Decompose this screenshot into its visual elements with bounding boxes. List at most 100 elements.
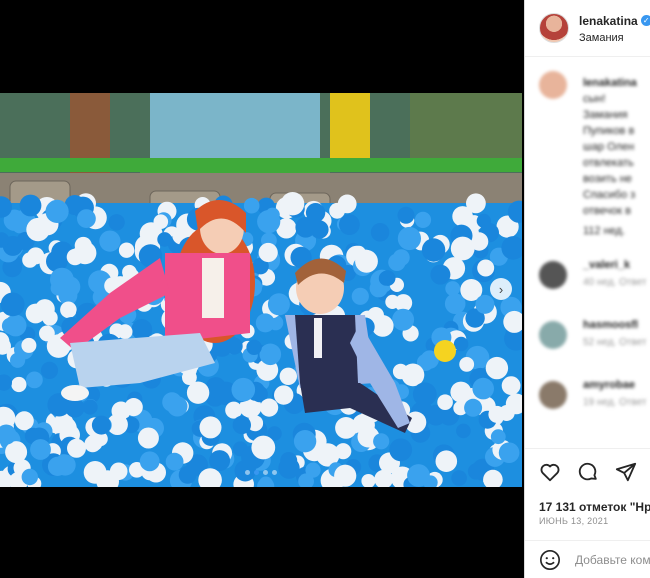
caption-line: возить не <box>583 173 632 185</box>
post-side-panel: lenakatina ✓ Замания lenakatina сын! Зама… <box>524 0 650 578</box>
comments-list: lenakatina сын! Замания Пупиков в шар Ол… <box>525 57 650 447</box>
ball <box>199 416 222 439</box>
comment-meta: 52 нед. Ответ <box>583 337 647 348</box>
ball <box>280 452 298 469</box>
ball <box>258 242 278 263</box>
ball <box>91 415 111 435</box>
ball <box>279 367 297 385</box>
ball <box>26 371 43 389</box>
comment-username[interactable]: hasmoosfl <box>583 319 647 331</box>
carousel-dot <box>245 470 250 475</box>
location-link[interactable]: Замания <box>579 32 650 44</box>
add-comment-bar <box>525 540 650 578</box>
ball <box>351 287 369 305</box>
ball <box>485 356 509 380</box>
ball <box>475 294 495 314</box>
ball <box>66 248 84 266</box>
ball <box>444 293 466 314</box>
ball <box>397 226 421 251</box>
ball <box>99 230 121 252</box>
post-actions <box>525 448 650 495</box>
ball <box>430 264 451 285</box>
comment-item: hasmoosfl 52 нед. Ответ <box>539 319 650 355</box>
ball <box>392 249 410 266</box>
ball <box>14 411 34 431</box>
ball <box>274 385 294 405</box>
ball <box>0 292 25 317</box>
comment-item: _valeri_k 40 нед. Ответ <box>539 259 650 295</box>
ball <box>59 276 81 298</box>
ball <box>459 357 475 372</box>
ball <box>370 223 390 242</box>
carousel-dots <box>0 470 522 475</box>
ball <box>450 236 475 261</box>
ball <box>251 435 276 460</box>
chevron-right-icon: › <box>498 281 504 297</box>
comment-icon[interactable] <box>577 461 599 483</box>
ball <box>225 401 243 419</box>
comment-input[interactable] <box>573 552 650 568</box>
ball <box>472 377 495 400</box>
post-photo[interactable]: › <box>0 93 522 487</box>
ball <box>466 193 486 214</box>
post-date[interactable]: ИЮНЬ 13, 2021 <box>539 516 608 526</box>
ball <box>477 259 495 277</box>
ball <box>118 242 135 258</box>
heart-icon[interactable] <box>539 461 561 483</box>
comment-meta: 19 нед. Ответ <box>583 397 647 408</box>
caption-meta: 112 нед. <box>583 225 626 237</box>
comment-username[interactable]: _valeri_k <box>583 259 647 271</box>
ball <box>19 194 42 217</box>
ball <box>488 405 506 423</box>
ball <box>131 319 153 340</box>
ball <box>501 376 521 395</box>
ball <box>334 464 357 487</box>
ball <box>490 429 506 445</box>
ball <box>232 415 251 435</box>
ball <box>355 249 378 273</box>
photo-illustration <box>0 93 522 487</box>
verified-badge-icon: ✓ <box>640 15 650 27</box>
ball <box>385 294 400 309</box>
ball <box>339 214 360 235</box>
emoji-icon[interactable] <box>539 549 561 571</box>
ball <box>40 361 59 379</box>
ball <box>21 337 37 353</box>
avatar[interactable] <box>539 13 569 43</box>
likes-count[interactable]: 17 131 отметок "Нра <box>539 500 650 514</box>
carousel-next-button[interactable]: › <box>490 278 512 300</box>
avatar[interactable] <box>539 321 567 349</box>
caption-line: сын! <box>583 93 606 105</box>
comment-username[interactable]: amyrobae <box>583 379 647 391</box>
ball <box>137 427 159 449</box>
caption-line: отвлекать <box>583 157 634 169</box>
ball <box>82 399 98 415</box>
carousel-dot <box>272 470 277 475</box>
username-link[interactable]: lenakatina <box>579 14 638 28</box>
avatar[interactable] <box>539 381 567 409</box>
ball <box>414 211 432 228</box>
ball <box>437 394 453 411</box>
avatar[interactable] <box>539 261 567 289</box>
caption-line: Пупиков в <box>583 125 635 137</box>
ball <box>335 417 357 439</box>
ball <box>209 450 231 472</box>
ball <box>407 464 430 487</box>
comment-meta: 40 нед. Ответ <box>583 277 647 288</box>
ball <box>124 398 143 417</box>
ball <box>295 217 317 238</box>
caption-line: шар Олен <box>583 141 635 153</box>
ball <box>157 232 172 247</box>
ball <box>60 301 77 319</box>
ball <box>498 442 520 464</box>
ball <box>45 199 69 223</box>
comment-item: amyrobae 19 нед. Ответ <box>539 379 650 415</box>
ball <box>22 252 38 268</box>
ball <box>373 433 390 450</box>
ball <box>259 343 282 366</box>
ball <box>77 209 96 228</box>
ball <box>335 443 352 460</box>
share-icon[interactable] <box>615 461 637 483</box>
avatar[interactable] <box>539 71 567 99</box>
ball <box>421 238 446 262</box>
